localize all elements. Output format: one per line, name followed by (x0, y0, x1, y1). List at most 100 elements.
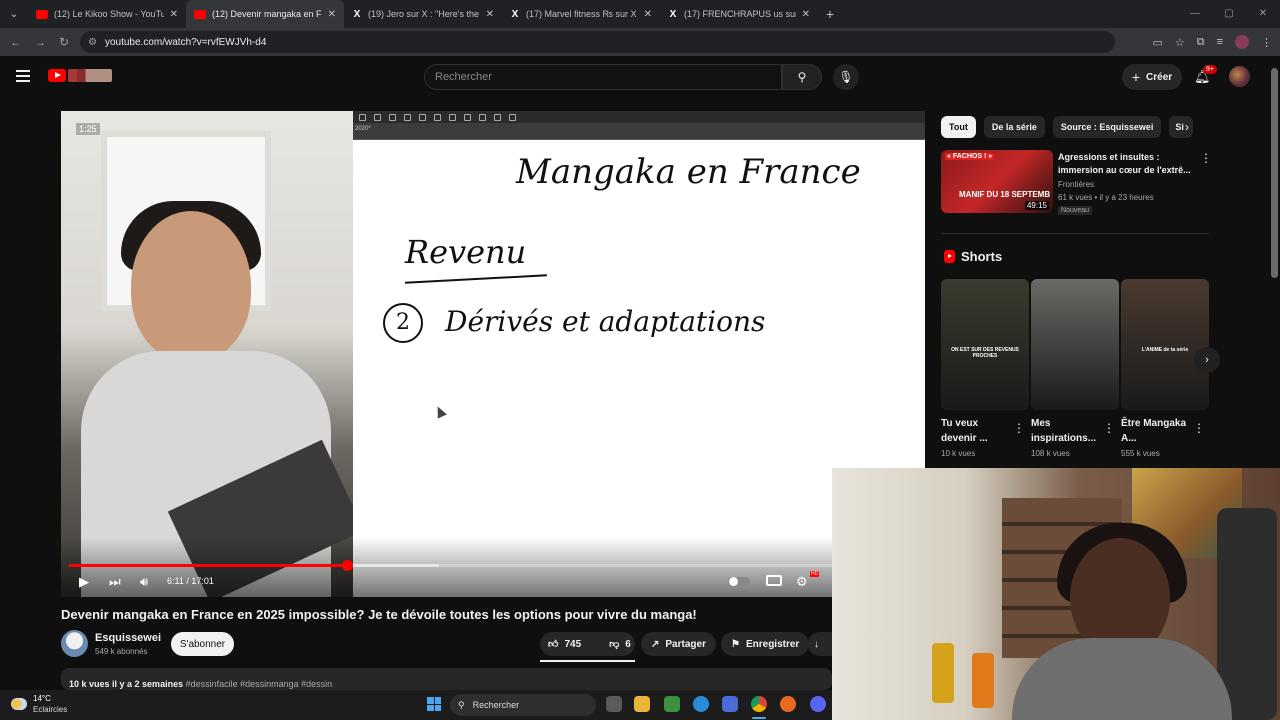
chevron-right-icon[interactable]: › (1185, 120, 1189, 134)
new-tab-button[interactable]: + (818, 6, 842, 22)
browser-tab-2[interactable]: (12) Devenir mangaka en Franc ✕ (186, 0, 344, 28)
chip-tout[interactable]: Tout (941, 116, 976, 138)
short-views: 108 k vues (1031, 449, 1070, 458)
progress-bar[interactable] (69, 560, 836, 571)
browser-tab-1[interactable]: (12) Le Kikoo Show - YouTube ✕ (28, 0, 186, 28)
weather-temperature[interactable]: 14°C (33, 694, 51, 703)
new-badge: Nouveau (1058, 206, 1093, 215)
back-icon[interactable]: ← (4, 35, 28, 49)
more-options-icon[interactable]: ⋮ (1193, 421, 1205, 435)
more-options-icon[interactable]: ⋮ (1103, 421, 1115, 435)
weather-description[interactable]: Eclaircies (33, 705, 67, 714)
shorts-next-button[interactable]: › (1194, 347, 1220, 373)
close-icon[interactable]: ✕ (328, 9, 336, 20)
more-options-icon[interactable]: ⋮ (1013, 421, 1025, 435)
thumb-text-top: « FACHOS ! » (945, 153, 995, 160)
channel-avatar[interactable] (61, 630, 88, 657)
windows-start-icon[interactable] (427, 697, 441, 711)
search-button[interactable]: ⚲ (782, 64, 822, 90)
voice-search-button[interactable]: 🎙︎ (833, 64, 859, 90)
dislike-count: 6 (625, 638, 631, 650)
bookmark-star-icon[interactable]: ☆ (1175, 36, 1185, 49)
account-avatar[interactable] (1229, 66, 1250, 87)
close-icon[interactable]: ✕ (170, 9, 178, 20)
reload-icon[interactable]: ↻ (52, 35, 76, 49)
save-button[interactable]: ⚑ Enregistrer (721, 632, 810, 656)
chip-de-la-serie[interactable]: De la série (983, 116, 1045, 138)
description-tags[interactable]: #dessinfacile #dessinmanga #dessin (186, 679, 333, 689)
channel-name[interactable]: Esquissewei (95, 632, 161, 644)
time-display: 6:11 / 17:01 (167, 576, 214, 586)
recommendation-channel[interactable]: Frontières (1058, 180, 1094, 189)
dislike-button[interactable]: 👎︎ 6 (601, 632, 639, 656)
browser-menu-icon[interactable]: ⋮ (1261, 36, 1272, 49)
close-window-icon[interactable]: ✕ (1246, 0, 1280, 28)
browser-tab-5[interactable]: X (17) FRENCHRAPUS us sur X : " ; ✕ (660, 0, 818, 28)
chrome-icon[interactable] (751, 696, 767, 712)
share-button[interactable]: ↗ Partager (641, 632, 716, 656)
chip-partial[interactable]: Si (1169, 116, 1194, 138)
url-field[interactable]: ⚙ youtube.com/watch?v=rvfEWJVh-d4 (80, 31, 1115, 53)
next-video-icon[interactable]: ⏭ (109, 574, 121, 590)
subscribe-button[interactable]: S'abonner (171, 632, 234, 656)
tab-search-menu-icon[interactable]: ⌄ (0, 0, 28, 28)
youtube-logo-country-flag[interactable] (68, 69, 112, 82)
subscriber-count: 549 k abonnés (95, 647, 148, 656)
close-icon[interactable]: ✕ (644, 9, 652, 20)
cast-icon[interactable]: ▭ (1152, 36, 1162, 49)
volume-icon[interactable]: 🔊︎ (140, 574, 148, 590)
short-title[interactable]: Mes inspirations... (1031, 416, 1101, 446)
reading-list-icon[interactable]: ≡ (1217, 36, 1223, 48)
chip-source[interactable]: Source : Esquissewei (1052, 116, 1162, 138)
active-app-indicator (752, 717, 766, 719)
address-bar-row: ← → ↻ ⚙ youtube.com/watch?v=rvfEWJVh-d4 … (0, 28, 1280, 56)
short-caption: L'ANIME de ta série (1141, 347, 1189, 353)
page-scrollbar[interactable] (1271, 68, 1278, 278)
minimize-icon[interactable]: — (1178, 0, 1212, 28)
weather-icon[interactable] (11, 698, 27, 710)
settings-gear-icon[interactable]: ⚙ (796, 574, 808, 590)
divider (941, 233, 1209, 234)
maximize-icon[interactable]: ▢ (1212, 0, 1246, 28)
more-options-icon[interactable]: ⋮ (1200, 151, 1212, 165)
browser-tab-3[interactable]: X (19) Jero sur X : "Here's the full ✕ (344, 0, 502, 28)
taskbar-search-label: Rechercher (472, 700, 520, 710)
short-thumbnail[interactable] (1031, 279, 1119, 410)
close-icon[interactable]: ✕ (486, 9, 494, 20)
short-title[interactable]: Tu veux devenir ... (941, 416, 1011, 446)
video-player[interactable]: 1:25 2020* Mangaka en France Revenu 2 Dé… (61, 111, 925, 597)
play-icon[interactable]: ▶ (79, 574, 89, 590)
browser-tab-4[interactable]: X (17) Marvel fitness ₨ sur X : " ₌ ✕ (502, 0, 660, 28)
recommendation-thumbnail[interactable]: « FACHOS ! » MANIF DU 18 SEPTEMB 49:15 (941, 150, 1053, 213)
create-button[interactable]: + Créer (1122, 64, 1182, 90)
recommendation-title[interactable]: Agressions et insultes : immersion au cœ… (1058, 151, 1193, 177)
discord-icon[interactable] (810, 696, 826, 712)
firefox-icon[interactable] (780, 696, 796, 712)
extensions-icon[interactable]: ⧉ (1197, 36, 1205, 49)
description-box[interactable]: 10 k vues il y a 2 semaines #dessinfacil… (61, 668, 832, 690)
download-button[interactable]: ↓ (808, 632, 832, 656)
x-icon: X (669, 8, 677, 20)
edge-icon[interactable] (693, 696, 709, 712)
taskbar-search[interactable]: ⚲ Rechercher (450, 694, 596, 716)
thumb-text-main: MANIF DU 18 SEPTEMB (959, 190, 1051, 199)
task-view-icon[interactable] (606, 696, 622, 712)
subtitles-icon[interactable] (766, 575, 782, 586)
short-title[interactable]: Être Mangaka A... (1121, 416, 1191, 446)
youtube-logo[interactable] (48, 69, 66, 82)
search-input[interactable]: Rechercher (424, 64, 782, 90)
video-duration: 49:15 (1024, 201, 1049, 210)
site-info-icon[interactable]: ⚙ (88, 37, 97, 48)
file-explorer-icon[interactable] (634, 696, 650, 712)
menu-icon[interactable] (16, 70, 30, 82)
forward-icon[interactable]: → (28, 35, 52, 49)
window-controls: — ▢ ✕ (1178, 0, 1280, 28)
store-icon[interactable] (722, 696, 738, 712)
nvidia-icon[interactable] (664, 696, 680, 712)
short-thumbnail[interactable]: ON EST SUR DES REVENUS PROCHES (941, 279, 1029, 410)
autoplay-toggle[interactable] (728, 577, 750, 586)
close-icon[interactable]: ✕ (802, 9, 810, 20)
profile-avatar[interactable] (1235, 35, 1249, 49)
short-thumbnail[interactable]: L'ANIME de ta série (1121, 279, 1209, 410)
like-button[interactable]: 👍︎ 745 (540, 632, 589, 656)
